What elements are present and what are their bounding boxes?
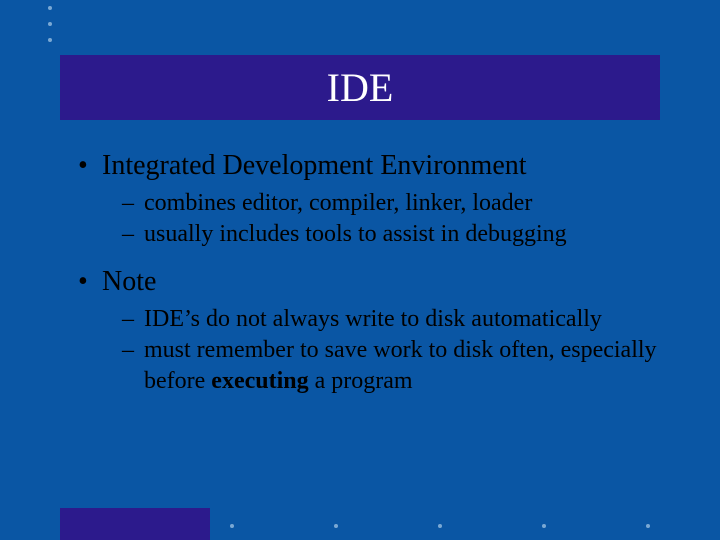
sub-bullet-item: IDE’s do not always write to disk automa…	[122, 304, 678, 335]
bullet-text: Note	[102, 266, 156, 297]
sub-bullet-item: combines editor, compiler, linker, loade…	[122, 188, 678, 219]
title-bar: IDE	[60, 55, 660, 120]
bullet-item: Integrated Development Environment combi…	[78, 148, 678, 250]
slide-title: IDE	[327, 64, 394, 111]
sub-bullet-text: IDE’s do not always write to disk automa…	[144, 306, 602, 332]
dot-icon	[48, 6, 52, 10]
decoration-dots-bottom	[230, 524, 650, 528]
sub-bullet-text: usually includes tools to assist in debu…	[144, 221, 567, 247]
dot-icon	[646, 524, 650, 528]
slide: IDE Integrated Development Environment c…	[0, 0, 720, 540]
dot-icon	[230, 524, 234, 528]
decoration-dots-top	[48, 6, 52, 42]
sub-bullet-item: usually includes tools to assist in debu…	[122, 219, 678, 250]
dot-icon	[48, 38, 52, 42]
dot-icon	[542, 524, 546, 528]
bullet-item: Note IDE’s do not always write to disk a…	[78, 264, 678, 397]
sub-bullet-bold: executing	[211, 368, 308, 394]
slide-content: Integrated Development Environment combi…	[78, 148, 678, 412]
sub-bullet-text: combines editor, compiler, linker, loade…	[144, 190, 532, 216]
decoration-bottom-bar	[60, 508, 210, 540]
bullet-text: Integrated Development Environment	[102, 150, 527, 181]
dot-icon	[334, 524, 338, 528]
sub-bullet-item: must remember to save work to disk often…	[122, 335, 678, 397]
dot-icon	[438, 524, 442, 528]
dot-icon	[48, 22, 52, 26]
sub-bullet-suffix: a program	[309, 368, 413, 394]
